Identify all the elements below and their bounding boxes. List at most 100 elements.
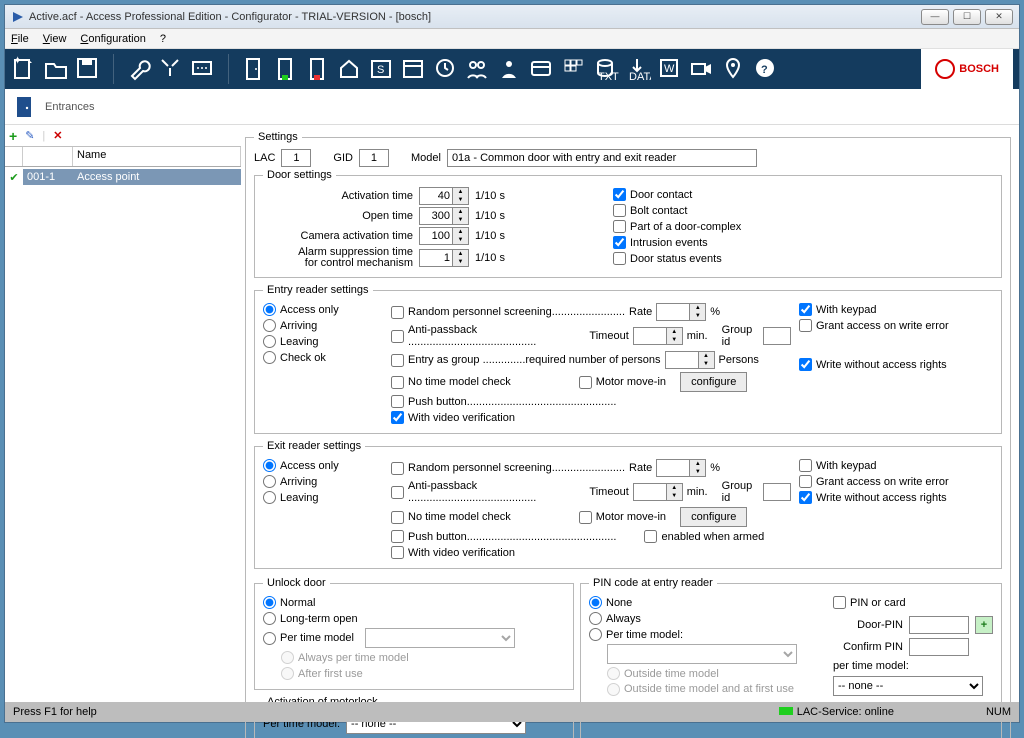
home-icon[interactable]	[337, 56, 363, 82]
entry-write-check[interactable]	[799, 358, 812, 371]
exit-video-check[interactable]	[391, 546, 404, 559]
status-led-icon	[779, 707, 793, 715]
save-icon[interactable]	[75, 56, 101, 82]
intrusion-check[interactable]	[613, 236, 626, 249]
pin-none-radio[interactable]	[589, 596, 602, 609]
svg-text:S: S	[377, 64, 384, 76]
menu-help[interactable]: ?	[160, 33, 166, 45]
exit-leaving-radio[interactable]	[263, 491, 276, 504]
entry-checkok-radio[interactable]	[263, 351, 276, 364]
exit-timeout-spinner[interactable]: ▲▼	[633, 483, 683, 501]
entry-motor-check[interactable]	[579, 376, 592, 389]
lac-field[interactable]	[281, 149, 311, 167]
door-contact-check[interactable]	[613, 188, 626, 201]
exit-arriving-radio[interactable]	[263, 475, 276, 488]
schedule-icon[interactable]: S	[369, 56, 395, 82]
entry-notime-check[interactable]	[391, 376, 404, 389]
menu-configuration[interactable]: Configuration	[80, 33, 145, 45]
exit-enabled-check[interactable]	[644, 530, 657, 543]
card-icon[interactable]	[529, 56, 555, 82]
entry-keypad-check[interactable]	[799, 303, 812, 316]
unlock-long-radio[interactable]	[263, 612, 276, 625]
entry-persons-spinner[interactable]: ▲▼	[665, 351, 715, 369]
door-pin-field[interactable]	[909, 616, 969, 634]
door-pin-add-button[interactable]: +	[975, 616, 993, 634]
exit-anti-check[interactable]	[391, 486, 404, 499]
entry-group-check[interactable]	[391, 354, 404, 367]
door-red-icon[interactable]	[305, 56, 331, 82]
menu-view[interactable]: View	[43, 33, 67, 45]
exit-random-check[interactable]	[391, 462, 404, 475]
door-complex-check[interactable]	[613, 220, 626, 233]
new-icon[interactable]: ✦	[11, 56, 37, 82]
confirm-pin-field[interactable]	[909, 638, 969, 656]
door-icon[interactable]	[241, 56, 267, 82]
unlock-normal-radio[interactable]	[263, 596, 276, 609]
entry-arriving-radio[interactable]	[263, 319, 276, 332]
panel-icon[interactable]	[190, 56, 216, 82]
location-icon[interactable]	[721, 56, 747, 82]
door-green-icon[interactable]	[273, 56, 299, 82]
menu-file[interactable]: File	[11, 33, 29, 45]
exit-access-radio[interactable]	[263, 459, 276, 472]
entry-push-check[interactable]	[391, 395, 404, 408]
activation-time-spinner[interactable]: ▲▼	[419, 187, 469, 205]
exit-grant-check[interactable]	[799, 475, 812, 488]
pin-pertime-radio[interactable]	[589, 628, 602, 641]
wrench-icon[interactable]	[126, 56, 152, 82]
bolt-contact-check[interactable]	[613, 204, 626, 217]
camera-time-spinner[interactable]: ▲▼	[419, 227, 469, 245]
calendar-icon[interactable]	[401, 56, 427, 82]
entry-video-check[interactable]	[391, 411, 404, 424]
log-icon[interactable]: W	[657, 56, 683, 82]
exit-motor-check[interactable]	[579, 511, 592, 524]
users-icon[interactable]	[465, 56, 491, 82]
exit-notime-check[interactable]	[391, 511, 404, 524]
open-time-spinner[interactable]: ▲▼	[419, 207, 469, 225]
open-icon[interactable]	[43, 56, 69, 82]
add-button[interactable]: +	[9, 128, 17, 144]
pin-or-card-check[interactable]	[833, 596, 846, 609]
entry-anti-check[interactable]	[391, 330, 404, 343]
pin-ptm-select[interactable]: -- none --	[833, 676, 983, 696]
edit-button[interactable]: ✎	[25, 129, 34, 142]
alarm-time-spinner[interactable]: ▲▼	[419, 249, 469, 267]
door-status-check[interactable]	[613, 252, 626, 265]
entry-rate-spinner[interactable]: ▲▼	[656, 303, 706, 321]
help-icon[interactable]: ?	[753, 56, 779, 82]
exit-rate-spinner[interactable]: ▲▼	[656, 459, 706, 477]
keypad-icon[interactable]	[561, 56, 587, 82]
entry-groupid-field[interactable]	[763, 327, 791, 345]
check-icon: ✔	[5, 171, 23, 184]
exit-push-check[interactable]	[391, 530, 404, 543]
db-icon[interactable]: TXT	[593, 56, 619, 82]
exit-write-check[interactable]	[799, 491, 812, 504]
close-button[interactable]: ✕	[985, 9, 1013, 25]
camera-icon[interactable]	[689, 56, 715, 82]
clock-icon[interactable]	[433, 56, 459, 82]
minimize-button[interactable]: —	[921, 9, 949, 25]
entry-access-radio[interactable]	[263, 303, 276, 316]
titlebar: Active.acf - Access Professional Edition…	[5, 5, 1019, 29]
entry-grant-check[interactable]	[799, 319, 812, 332]
entry-configure-button[interactable]: configure	[680, 372, 747, 392]
delete-button[interactable]: ✕	[53, 129, 62, 142]
entry-leaving-radio[interactable]	[263, 335, 276, 348]
pin-always-radio[interactable]	[589, 612, 602, 625]
status-num: NUM	[986, 706, 1011, 718]
exit-groupid-field[interactable]	[763, 483, 791, 501]
export-icon[interactable]: DATA	[625, 56, 651, 82]
exit-configure-button[interactable]: configure	[680, 507, 747, 527]
list-header: Name	[5, 147, 241, 167]
entry-random-check[interactable]	[391, 306, 404, 319]
gid-field[interactable]	[359, 149, 389, 167]
maximize-button[interactable]: ☐	[953, 9, 981, 25]
model-field[interactable]	[447, 149, 757, 167]
group-icon[interactable]	[497, 56, 523, 82]
entry-timeout-spinner[interactable]: ▲▼	[633, 327, 683, 345]
list-item[interactable]: ✔ 001-1 Access point	[5, 167, 241, 187]
tools-icon[interactable]	[158, 56, 184, 82]
toolbar: ✦ S TXT DATA W ?	[5, 49, 1019, 89]
exit-keypad-check[interactable]	[799, 459, 812, 472]
unlock-pertime-radio[interactable]	[263, 632, 276, 645]
